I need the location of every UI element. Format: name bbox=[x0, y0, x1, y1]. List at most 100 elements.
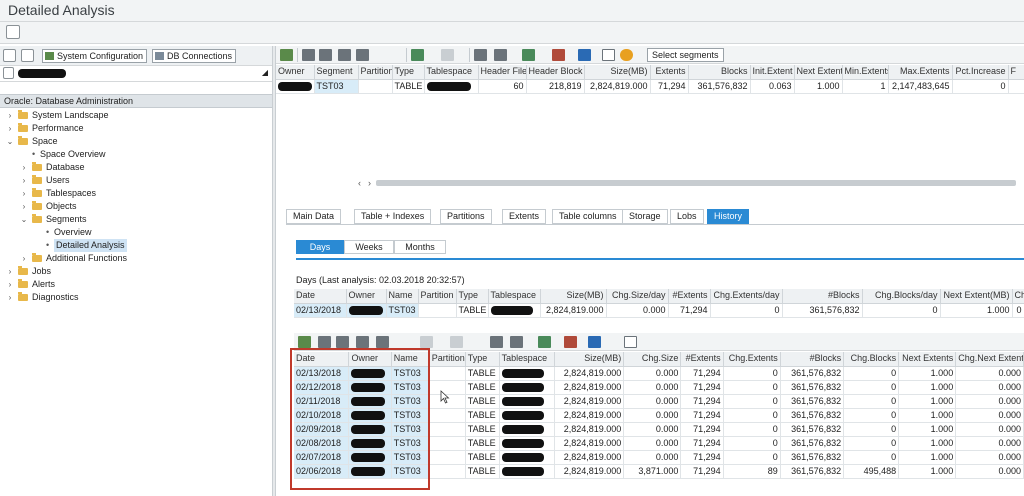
table-cell[interactable]: 0 bbox=[843, 450, 900, 465]
table-cell[interactable]: TST03 bbox=[314, 79, 359, 94]
tree-item-space-overview[interactable]: • Space Overview bbox=[0, 148, 272, 161]
subtab-weeks[interactable]: Weeks bbox=[344, 240, 394, 254]
table-cell[interactable]: 0.000 bbox=[623, 436, 682, 451]
expand-arrow-icon[interactable]: › bbox=[20, 200, 28, 213]
tree-item-segments[interactable]: ⌄ Segments bbox=[0, 213, 272, 226]
table-cell[interactable]: 0 bbox=[843, 394, 900, 409]
expand-arrow-icon[interactable]: › bbox=[20, 161, 28, 174]
table-cell[interactable] bbox=[499, 450, 555, 465]
column-header-f[interactable]: F bbox=[1008, 65, 1024, 80]
expand-arrow-icon[interactable]: › bbox=[6, 122, 14, 135]
info-icon[interactable] bbox=[602, 49, 615, 61]
expand-arrow-icon[interactable]: › bbox=[20, 187, 28, 200]
collapse-all-icon[interactable] bbox=[3, 49, 16, 62]
table-cell[interactable]: TABLE bbox=[465, 380, 500, 395]
tree-item-performance[interactable]: › Performance bbox=[0, 122, 272, 135]
column-header-tablespace[interactable]: Tablespace bbox=[488, 289, 541, 304]
table-cell[interactable] bbox=[488, 303, 541, 318]
table-cell[interactable]: 0.000 bbox=[623, 450, 682, 465]
table-cell[interactable]: 3,871.000 bbox=[623, 464, 682, 479]
table-cell[interactable]: 2,824,819.000 bbox=[554, 436, 625, 451]
column-header-pct-increase[interactable]: Pct.Increase bbox=[952, 65, 1009, 80]
table-cell[interactable]: 0 bbox=[843, 436, 900, 451]
column-header-size-mb[interactable]: Size(MB) bbox=[584, 65, 651, 80]
scroll-thumb[interactable] bbox=[376, 180, 1016, 186]
table-cell[interactable]: 0.000 bbox=[955, 422, 1024, 437]
tree-item-diagnostics[interactable]: › Diagnostics bbox=[0, 291, 272, 304]
column-header-blocks[interactable]: #Blocks bbox=[780, 352, 845, 367]
table-cell[interactable]: 361,576,832 bbox=[780, 464, 845, 479]
table-cell[interactable] bbox=[429, 450, 466, 465]
filter-icon[interactable] bbox=[376, 336, 389, 348]
system-selector[interactable]: ◢ bbox=[0, 66, 272, 82]
column-header-chg-blocks-day[interactable]: Chg.Blocks/day bbox=[862, 289, 941, 304]
table-cell[interactable]: 0 bbox=[843, 380, 900, 395]
column-header-owner[interactable]: Owner bbox=[346, 289, 387, 304]
table-cell[interactable]: 1.000 bbox=[898, 394, 957, 409]
export-icon[interactable] bbox=[522, 49, 535, 61]
table-cell[interactable]: 0 bbox=[723, 380, 781, 395]
table-cell[interactable] bbox=[358, 79, 393, 94]
column-header-chg-extents-day[interactable]: Chg.Extents/day bbox=[710, 289, 783, 304]
table-cell[interactable]: 71,294 bbox=[680, 450, 724, 465]
tab-table-columns[interactable]: Table columns bbox=[552, 209, 624, 224]
table-cell[interactable]: 71,294 bbox=[680, 408, 724, 423]
table-cell[interactable]: 0 bbox=[843, 366, 900, 381]
tab-history[interactable]: History bbox=[707, 209, 750, 224]
table-cell[interactable]: 0 bbox=[843, 408, 900, 423]
table-cell[interactable]: 2,824,819.000 bbox=[554, 394, 625, 409]
layout-icon[interactable] bbox=[564, 336, 577, 348]
table-cell[interactable]: 0.063 bbox=[750, 79, 795, 94]
table-cell[interactable]: 2,824,819.000 bbox=[554, 422, 625, 437]
table-cell[interactable] bbox=[499, 394, 555, 409]
column-header-size-mb[interactable]: Size(MB) bbox=[540, 289, 607, 304]
column-header-max-extents[interactable]: Max.Extents bbox=[888, 65, 953, 80]
tree-item-database[interactable]: › Database bbox=[0, 161, 272, 174]
scroll-right-icon[interactable]: › bbox=[368, 178, 371, 188]
subtab-months[interactable]: Months bbox=[394, 240, 446, 254]
table-cell[interactable]: 361,576,832 bbox=[780, 394, 845, 409]
column-header-type[interactable]: Type bbox=[465, 352, 500, 367]
table-cell[interactable]: 361,576,832 bbox=[780, 436, 845, 451]
table-cell[interactable]: 1.000 bbox=[794, 79, 843, 94]
view-icon[interactable] bbox=[510, 336, 523, 348]
tab-lobs[interactable]: Lobs bbox=[670, 209, 704, 224]
table-row[interactable]: TST03 TABLE 60 218,819 2,824,819.000 71,294 36… bbox=[276, 79, 1024, 94]
table-cell[interactable]: 2,824,819.000 bbox=[584, 79, 651, 94]
sort-ascending-icon[interactable] bbox=[318, 336, 331, 348]
table-cell[interactable]: 2,824,819.000 bbox=[554, 366, 625, 381]
column-header-blocks[interactable]: Blocks bbox=[688, 65, 751, 80]
table-cell[interactable]: 0 bbox=[723, 366, 781, 381]
tab-main-data[interactable]: Main Data bbox=[286, 209, 342, 224]
table-cell[interactable]: 495,488 bbox=[843, 464, 900, 479]
table-cell[interactable]: 361,576,832 bbox=[780, 422, 845, 437]
table-cell[interactable]: 0.000 bbox=[623, 380, 682, 395]
column-header-chg-blocks[interactable]: Chg.Blocks bbox=[843, 352, 900, 367]
table-cell[interactable]: 71,294 bbox=[680, 422, 724, 437]
column-header-init-extent[interactable]: Init.Extent bbox=[750, 65, 795, 80]
expand-arrow-icon[interactable]: › bbox=[20, 252, 28, 265]
tree-item-space[interactable]: ⌄ Space bbox=[0, 135, 272, 148]
table-cell[interactable] bbox=[429, 366, 466, 381]
column-header-next-extent-mb[interactable]: Next Extent(MB) bbox=[940, 289, 1013, 304]
subtab-days[interactable]: Days bbox=[296, 240, 344, 254]
table-cell[interactable]: 0.000 bbox=[955, 366, 1024, 381]
table-cell[interactable]: 0.000 bbox=[955, 380, 1024, 395]
expand-all-icon[interactable] bbox=[21, 49, 34, 62]
refresh-icon[interactable] bbox=[298, 336, 311, 348]
tree-item-tablespaces[interactable]: › Tablespaces bbox=[0, 187, 272, 200]
column-header-extents[interactable]: Extents bbox=[650, 65, 689, 80]
tab-table-indexes[interactable]: Table + Indexes bbox=[354, 209, 432, 224]
table-cell[interactable]: 02/13/2018 bbox=[294, 303, 347, 318]
dropdown-icon[interactable]: ◢ bbox=[262, 68, 268, 77]
table-cell[interactable]: 0.000 bbox=[955, 436, 1024, 451]
table-cell[interactable]: 0.000 bbox=[955, 394, 1024, 409]
tab-storage[interactable]: Storage bbox=[622, 209, 668, 224]
table-cell[interactable]: 361,576,832 bbox=[782, 303, 863, 318]
chart-icon[interactable] bbox=[588, 336, 601, 348]
table-cell[interactable]: 60 bbox=[478, 79, 527, 94]
table-cell[interactable]: 1.000 bbox=[898, 436, 957, 451]
table-cell[interactable]: 2,824,819.000 bbox=[554, 450, 625, 465]
column-header-name[interactable]: Name bbox=[386, 289, 419, 304]
tree-item-overview[interactable]: • Overview bbox=[0, 226, 272, 239]
